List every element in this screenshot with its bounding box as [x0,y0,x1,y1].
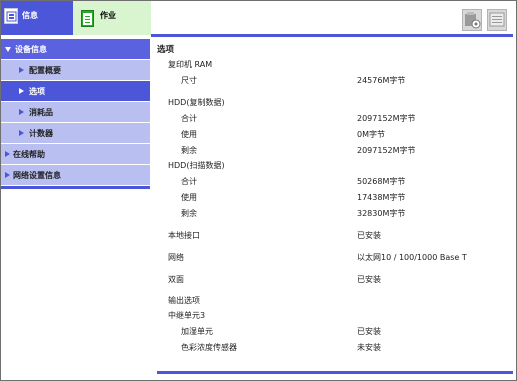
tab-job[interactable]: 作业 [73,1,151,35]
hdd-scan-heading: HDD(扫描数据) [168,161,225,170]
hdd-copy-free-label: 剩余 [181,146,197,155]
humidifier-value: 已安装 [357,327,381,336]
chevron-right-icon [19,67,24,73]
network-value: 以太网10 / 100/1000 Base T [357,253,467,262]
hdd-scan-free-label: 剩余 [181,209,197,218]
sidebar-item-consumables[interactable]: 消耗品 [1,102,150,123]
chevron-right-icon [19,130,24,136]
footer-rule [157,371,513,374]
color-sensor-value: 未安装 [357,343,381,352]
tab-info[interactable]: 信息 [1,1,73,35]
sidebar-item-device-info[interactable]: 设备信息 [1,39,150,60]
network-label: 网络 [168,253,184,262]
sidebar-item-label: 设备信息 [15,45,47,54]
chevron-down-icon [5,47,11,52]
hdd-scan-used-label: 使用 [181,193,197,202]
sidebar-item-label: 在线帮助 [13,150,45,159]
page-title: 选项 [157,45,175,55]
hdd-scan-free-value: 32830M字节 [357,209,406,218]
header-rule [151,34,513,37]
tab-info-label: 信息 [22,11,38,20]
copier-ram-size-label: 尺寸 [181,76,197,85]
hdd-scan-total-label: 合计 [181,177,197,186]
tab-job-label: 作业 [100,11,116,20]
chevron-right-icon [19,88,24,94]
copier-ram-heading: 复印机 RAM [168,60,213,69]
sidebar: 设备信息 配置概要 选项 消耗品 计数器 在线帮助 网络设置信息 [1,39,150,189]
info-tab-icon [4,8,18,24]
relay-unit-label: 中继单元3 [168,311,206,320]
sidebar-item-label: 网络设置信息 [13,171,61,180]
hdd-copy-free-value: 2097152M字节 [357,146,416,155]
sidebar-item-label: 消耗品 [29,108,53,117]
sidebar-item-config-overview[interactable]: 配置概要 [1,60,150,81]
job-tab-icon [81,10,94,27]
hdd-scan-used-value: 17438M字节 [357,193,406,202]
hdd-copy-total-label: 合计 [181,114,197,123]
duplex-value: 已安装 [357,275,381,284]
local-interface-value: 已安装 [357,231,381,240]
humidifier-label: 加湿单元 [181,327,213,336]
chevron-right-icon [5,151,10,157]
sidebar-item-label: 配置概要 [29,66,61,75]
sidebar-item-options[interactable]: 选项 [1,81,150,102]
local-interface-label: 本地接口 [168,231,200,240]
sidebar-item-online-help[interactable]: 在线帮助 [1,144,150,165]
sidebar-rule [1,186,150,189]
sidebar-item-counter[interactable]: 计数器 [1,123,150,144]
hdd-scan-total-value: 50268M字节 [357,177,406,186]
hdd-copy-used-value: 0M字节 [357,130,385,139]
hdd-copy-heading: HDD(复制数据) [168,98,225,107]
hdd-copy-total-value: 2097152M字节 [357,114,416,123]
output-options-heading: 输出选项 [168,296,200,305]
hdd-copy-used-label: 使用 [181,130,197,139]
copier-ram-size-value: 24576M字节 [357,76,406,85]
device-status-icon[interactable] [462,9,482,31]
panel-icon[interactable] [487,9,507,31]
chevron-right-icon [19,109,24,115]
sidebar-item-label: 计数器 [29,129,53,138]
color-sensor-label: 色彩浓度传感器 [181,343,237,352]
sidebar-item-label: 选项 [29,87,45,96]
chevron-right-icon [5,172,10,178]
duplex-label: 双面 [168,275,184,284]
sidebar-item-network-settings-info[interactable]: 网络设置信息 [1,165,150,186]
